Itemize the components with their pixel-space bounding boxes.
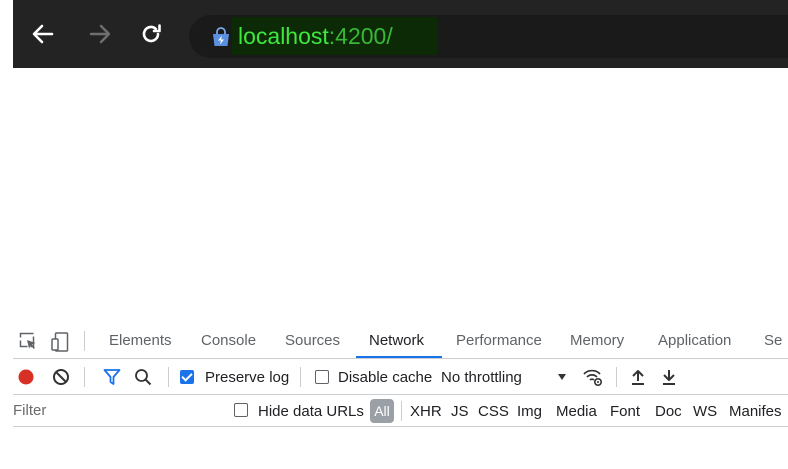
back-arrow-icon[interactable]	[27, 17, 59, 51]
tab-network[interactable]: Network	[369, 322, 424, 359]
filter-type-ws[interactable]: WS	[693, 395, 717, 427]
address-bar[interactable]: localhost:4200/	[189, 15, 788, 58]
toolbar-divider	[401, 401, 402, 421]
toolbar-divider	[84, 331, 85, 351]
filter-type-css[interactable]: CSS	[478, 395, 509, 427]
url-port: :4200/	[328, 23, 393, 49]
tab-elements[interactable]: Elements	[109, 322, 172, 359]
toolbar-divider	[84, 367, 85, 387]
clear-icon[interactable]	[52, 368, 70, 386]
record-icon[interactable]	[17, 368, 35, 386]
import-har-icon[interactable]	[630, 368, 648, 386]
disable-cache-checkbox[interactable]	[315, 370, 329, 384]
network-conditions-icon[interactable]	[582, 367, 604, 387]
filter-type-font[interactable]: Font	[610, 395, 640, 427]
devtools-panel: Elements Console Sources Network Perform…	[0, 322, 788, 469]
filter-type-js[interactable]: JS	[451, 395, 469, 427]
url-text[interactable]: localhost:4200/	[238, 21, 393, 51]
tab-security[interactable]: Se	[764, 322, 782, 359]
tab-sources[interactable]: Sources	[285, 322, 340, 359]
toolbar-divider	[616, 367, 617, 387]
toolbar-divider	[168, 367, 169, 387]
devtools-tab-bar: Elements Console Sources Network Perform…	[13, 322, 788, 359]
filter-input[interactable]: Filter	[13, 395, 219, 427]
filter-type-manifest[interactable]: Manifes	[729, 395, 782, 427]
network-toolbar: Preserve log Disable cache No throttling	[13, 359, 788, 395]
disable-cache-label[interactable]: Disable cache	[338, 359, 432, 395]
chevron-down-icon[interactable]	[556, 370, 574, 388]
search-icon[interactable]	[134, 368, 152, 386]
hide-data-urls-checkbox[interactable]	[234, 403, 248, 417]
inspect-element-icon[interactable]	[19, 332, 37, 350]
export-har-icon[interactable]	[661, 368, 679, 386]
toolbar-divider	[300, 367, 301, 387]
filter-type-xhr[interactable]: XHR	[410, 395, 442, 427]
filter-type-all[interactable]: All	[370, 399, 394, 423]
preserve-log-label[interactable]: Preserve log	[205, 359, 289, 395]
tab-console[interactable]: Console	[201, 322, 256, 359]
device-toolbar-icon[interactable]	[51, 332, 69, 352]
tab-application[interactable]: Application	[658, 322, 731, 359]
forward-arrow-icon[interactable]	[84, 17, 116, 51]
throttling-select[interactable]: No throttling	[441, 359, 522, 395]
url-host: localhost	[238, 23, 329, 49]
browser-toolbar: localhost:4200/	[13, 0, 788, 68]
reload-icon[interactable]	[135, 17, 167, 51]
site-info-icon[interactable]	[211, 27, 231, 47]
tab-memory[interactable]: Memory	[570, 322, 624, 359]
hide-data-urls-label[interactable]: Hide data URLs	[258, 395, 364, 427]
filter-type-media[interactable]: Media	[556, 395, 597, 427]
active-tab-indicator	[356, 356, 442, 358]
tab-performance[interactable]: Performance	[456, 322, 542, 359]
filter-icon[interactable]	[103, 368, 121, 386]
preserve-log-checkbox[interactable]	[180, 370, 194, 384]
filter-type-img[interactable]: Img	[517, 395, 542, 427]
filter-type-doc[interactable]: Doc	[655, 395, 682, 427]
filter-bar: Filter Hide data URLs All XHR JS CSS Img…	[13, 395, 788, 427]
